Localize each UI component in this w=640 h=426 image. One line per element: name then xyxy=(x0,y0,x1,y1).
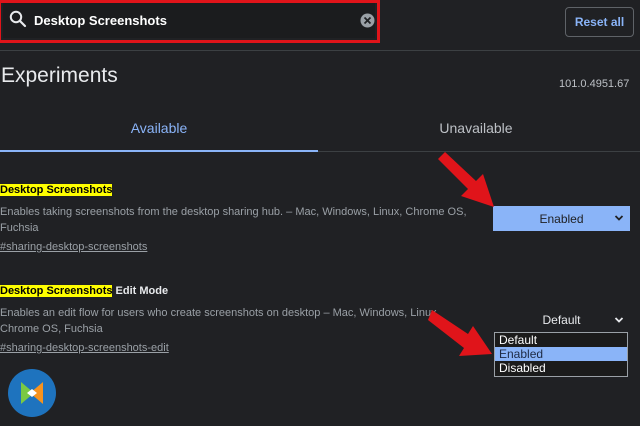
experiment-link[interactable]: #sharing-desktop-screenshots-edit xyxy=(0,342,169,354)
annotation-arrow-icon xyxy=(438,152,494,207)
experiment-title-rest: Edit Mode xyxy=(112,285,169,297)
experiment-description: Enables taking screenshots from the desk… xyxy=(0,206,467,234)
page-title: Experiments xyxy=(1,64,118,87)
select-value: Default xyxy=(542,313,581,327)
tab-available[interactable]: Available xyxy=(100,120,218,136)
annotation-arrow-icon xyxy=(428,310,492,356)
select-dropdown-list: Default Enabled Disabled xyxy=(494,332,628,377)
experiment-description: Enables an edit flow for users who creat… xyxy=(0,307,440,335)
search-match-highlight: Desktop Screenshots xyxy=(0,184,113,196)
search-match-highlight: Desktop Screenshots xyxy=(0,285,113,297)
reset-all-button[interactable]: Reset all xyxy=(565,7,634,37)
select-value: Enabled xyxy=(539,211,584,226)
experiment-state-select[interactable]: Default xyxy=(493,308,630,332)
experiment-state-select[interactable]: Enabled xyxy=(493,206,630,231)
experiment-title: Desktop Screenshots xyxy=(0,184,113,196)
chevron-down-icon xyxy=(614,317,624,323)
clear-search-icon[interactable] xyxy=(360,13,375,28)
chevron-down-icon xyxy=(614,215,624,221)
dropdown-option-default[interactable]: Default xyxy=(495,333,627,347)
search-query-text[interactable]: Desktop Screenshots xyxy=(34,13,167,28)
active-tab-underline xyxy=(0,150,318,152)
experiment-link[interactable]: #sharing-desktop-screenshots xyxy=(0,241,147,253)
search-icon xyxy=(9,10,27,28)
experiment-title: Desktop Screenshots Edit Mode xyxy=(0,285,168,297)
dropdown-option-disabled[interactable]: Disabled xyxy=(495,361,627,375)
header-divider xyxy=(0,50,640,51)
tab-unavailable[interactable]: Unavailable xyxy=(417,120,535,136)
dropdown-option-enabled[interactable]: Enabled xyxy=(495,347,627,361)
logo-icon xyxy=(8,369,56,417)
version-label: 101.0.4951.67 xyxy=(559,78,630,90)
